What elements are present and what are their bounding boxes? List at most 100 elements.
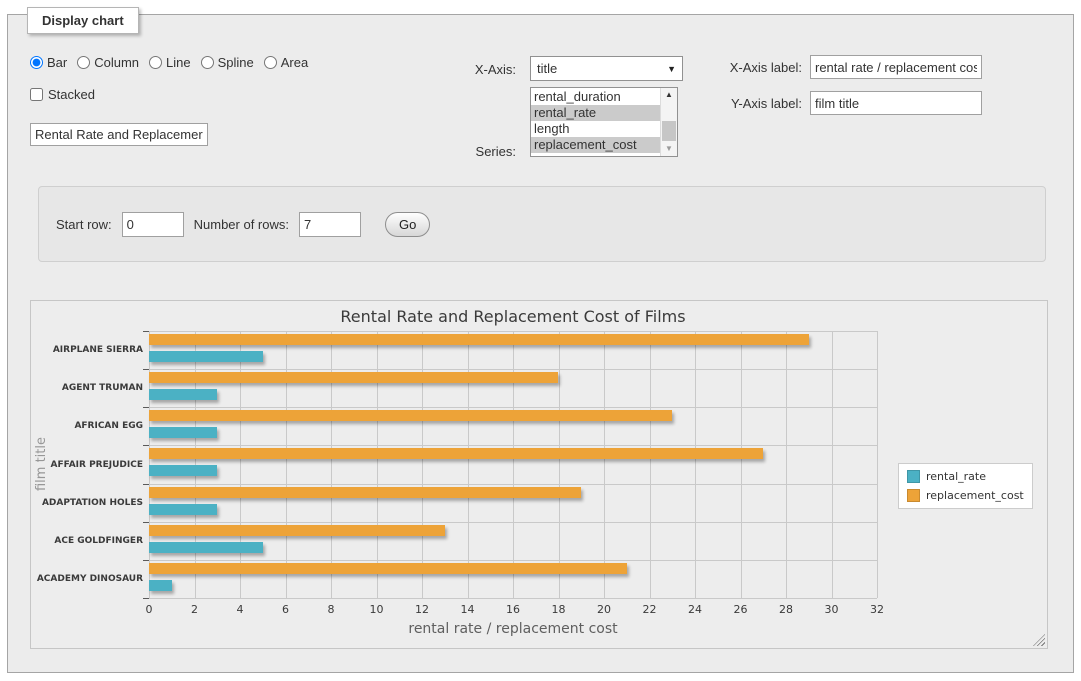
y-axis-label-input[interactable] [810,91,982,115]
series-option-replacement_cost[interactable]: replacement_cost [531,137,660,153]
category-separator [149,484,877,485]
go-button[interactable]: Go [385,212,430,237]
category-label-academy-dinosaur: ACADEMY DINOSAUR [37,574,143,584]
chart-type-radio-group: BarColumnLineSplineArea [30,55,308,70]
x-axis-label-input[interactable] [810,55,982,79]
scroll-up-icon[interactable]: ▲ [661,88,677,102]
chart-plot-area [149,331,877,598]
bar-rental_rate-adaptation-holes[interactable] [149,504,217,515]
gridline-x-16 [513,331,514,598]
x-axis-label-label: X-Axis label: [712,60,802,75]
number-of-rows-input[interactable] [299,212,361,237]
start-row-input[interactable] [122,212,184,237]
chart-type-radio-spline[interactable] [201,56,214,69]
y-axis-label-label: Y-Axis label: [712,96,802,111]
listbox-scrollbar[interactable]: ▲ ▼ [660,88,677,156]
chart-type-radio-line[interactable] [149,56,162,69]
x-tick-20: 20 [597,603,611,616]
x-axis-select[interactable]: title ▼ [530,56,683,81]
gridline-x-20 [604,331,605,598]
chart-type-option-column: Column [77,55,139,70]
stacked-row: Stacked [30,87,95,102]
y-tick-mark [143,484,149,485]
legend-label-replacement_cost: replacement_cost [926,489,1024,502]
y-tick-mark [143,445,149,446]
bar-replacement_cost-ace-goldfinger[interactable] [149,525,445,536]
x-axis-selected-value: title [537,61,557,76]
x-tick-16: 16 [506,603,520,616]
category-label-adaptation-holes: ADAPTATION HOLES [42,498,143,508]
y-tick-mark [143,560,149,561]
legend-item-rental_rate[interactable]: rental_rate [907,470,1024,483]
bar-rental_rate-affair-prejudice[interactable] [149,465,217,476]
chart-type-option-label: Bar [47,55,67,70]
chart-type-option-line: Line [149,55,191,70]
category-separator [149,407,877,408]
bar-replacement_cost-adaptation-holes[interactable] [149,487,581,498]
bar-rental_rate-ace-goldfinger[interactable] [149,542,263,553]
bar-rental_rate-academy-dinosaur[interactable] [149,580,172,591]
bar-replacement_cost-airplane-sierra[interactable] [149,334,809,345]
category-separator [149,598,877,599]
x-tick-8: 8 [328,603,335,616]
series-option-rental_duration[interactable]: rental_duration [531,89,660,105]
resize-handle-icon[interactable] [1033,634,1045,646]
scroll-down-icon[interactable]: ▼ [661,142,677,156]
chart-type-radio-area[interactable] [264,56,277,69]
category-separator [149,522,877,523]
gridline-x-4 [240,331,241,598]
category-separator [149,369,877,370]
bar-rental_rate-agent-truman[interactable] [149,389,217,400]
gridline-x-14 [468,331,469,598]
scrollbar-thumb[interactable] [662,121,676,141]
bar-replacement_cost-african-egg[interactable] [149,410,672,421]
legend-label-rental_rate: rental_rate [926,470,986,483]
start-row-label: Start row: [56,217,112,232]
chart-title-input[interactable] [30,123,208,146]
chart-type-radio-bar[interactable] [30,56,43,69]
bar-replacement_cost-affair-prejudice[interactable] [149,448,763,459]
bar-replacement_cost-academy-dinosaur[interactable] [149,563,627,574]
category-label-affair-prejudice: AFFAIR PREJUDICE [50,460,143,470]
gridline-x-18 [559,331,560,598]
category-label-agent-truman: AGENT TRUMAN [62,383,143,393]
gridline-x-26 [741,331,742,598]
y-tick-mark [143,598,149,599]
gridline-x-8 [331,331,332,598]
chart-type-option-spline: Spline [201,55,254,70]
x-axis-tick-labels: 02468101214161820222426283032 [149,603,877,619]
x-tick-22: 22 [643,603,657,616]
chart-type-option-label: Spline [218,55,254,70]
gridline-x-12 [422,331,423,598]
series-options: rental_durationrental_ratelengthreplacem… [531,89,660,153]
gridline-x-10 [377,331,378,598]
legend-swatch-replacement_cost [907,489,920,502]
x-axis-title: rental rate / replacement cost [149,621,877,637]
x-tick-10: 10 [370,603,384,616]
category-label-ace-goldfinger: ACE GOLDFINGER [54,536,143,546]
number-of-rows-label: Number of rows: [194,217,289,232]
series-select-label: Series: [430,144,516,159]
gridline-x-6 [286,331,287,598]
legend-swatch-rental_rate [907,470,920,483]
x-tick-6: 6 [282,603,289,616]
gridline-x-24 [695,331,696,598]
bar-rental_rate-airplane-sierra[interactable] [149,351,263,362]
stacked-checkbox[interactable] [30,88,43,101]
category-label-african-egg: AFRICAN EGG [74,421,143,431]
category-label-airplane-sierra: AIRPLANE SIERRA [53,345,143,355]
stacked-label: Stacked [48,87,95,102]
chart-title: Rental Rate and Replacement Cost of Film… [149,307,877,326]
series-option-rental_rate[interactable]: rental_rate [531,105,660,121]
rows-panel-content: Start row: Number of rows: Go [56,187,430,261]
gridline-x-28 [786,331,787,598]
series-listbox[interactable]: rental_durationrental_ratelengthreplacem… [530,87,678,157]
bar-rental_rate-african-egg[interactable] [149,427,217,438]
rows-panel: Start row: Number of rows: Go [38,186,1046,262]
chart-container: Rental Rate and Replacement Cost of Film… [30,300,1048,649]
chart-type-radio-column[interactable] [77,56,90,69]
bar-replacement_cost-agent-truman[interactable] [149,372,558,383]
legend-item-replacement_cost[interactable]: replacement_cost [907,489,1024,502]
x-tick-14: 14 [461,603,475,616]
series-option-length[interactable]: length [531,121,660,137]
